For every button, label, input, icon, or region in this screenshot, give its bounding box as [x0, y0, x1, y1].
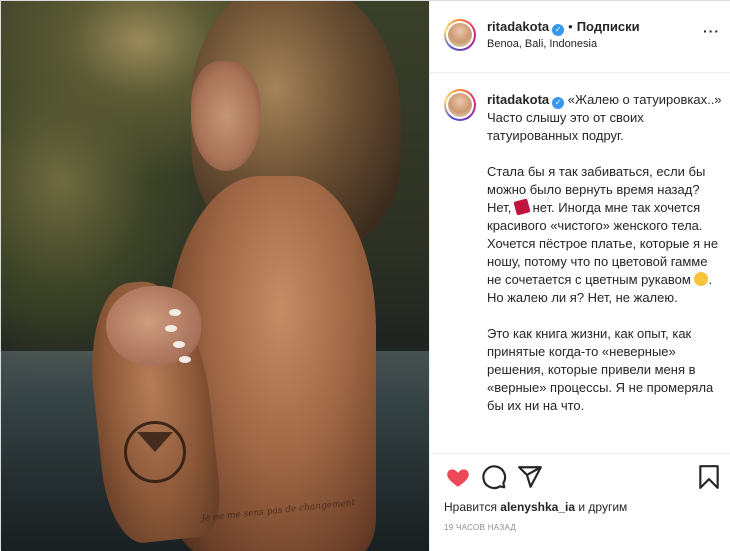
- caption-paragraph-3: Это как книга жизни, как опыт, как приня…: [487, 326, 714, 413]
- following-button[interactable]: Подписки: [577, 19, 640, 34]
- face: [191, 61, 261, 171]
- post-timestamp[interactable]: 19 часов назад: [444, 523, 516, 532]
- verified-badge-icon: ✓: [552, 97, 565, 109]
- author-username[interactable]: ritadakota: [487, 19, 549, 34]
- anger-emoji-icon: [513, 198, 531, 216]
- likes-user-link[interactable]: alenyshka_ia: [500, 500, 575, 514]
- caption-avatar[interactable]: [444, 89, 476, 121]
- heart-icon[interactable]: [445, 464, 471, 490]
- more-options-icon[interactable]: ···: [703, 23, 720, 39]
- face-emoji-icon: [694, 272, 709, 286]
- post-header: ritadakota ✓ • Подписки Benoa, Bali, Indone…: [430, 1, 730, 73]
- hourglass-tattoo: [124, 421, 186, 483]
- likes-suffix[interactable]: и другим: [578, 500, 627, 514]
- post-photo[interactable]: Je ne me sens pas de changement: [1, 1, 429, 551]
- location-link[interactable]: Benoa, Bali, Indonesia: [487, 38, 597, 50]
- action-bar: [430, 453, 730, 495]
- author-avatar[interactable]: [444, 19, 476, 51]
- post-sidebar: ritadakota ✓ • Подписки Benoa, Bali, Indone…: [429, 1, 730, 551]
- share-icon[interactable]: [517, 464, 543, 490]
- bookmark-icon[interactable]: [696, 464, 722, 490]
- caption-username[interactable]: ritadakota: [487, 92, 549, 107]
- caption-text: ritadakota ✓ «Жалею о татуировках..» Част…: [487, 91, 722, 433]
- comment-icon[interactable]: [481, 464, 507, 490]
- likes-prefix: Нравится: [444, 500, 497, 514]
- nails: [121, 301, 201, 371]
- verified-badge-icon: ✓: [552, 24, 565, 36]
- likes-summary: Нравится alenyshka_ia и другим: [444, 500, 627, 514]
- author-line: ritadakota ✓ • Подписки: [487, 19, 640, 36]
- instagram-post: Je ne me sens pas de changement ritadako…: [0, 0, 730, 551]
- separator-dot: •: [568, 19, 573, 34]
